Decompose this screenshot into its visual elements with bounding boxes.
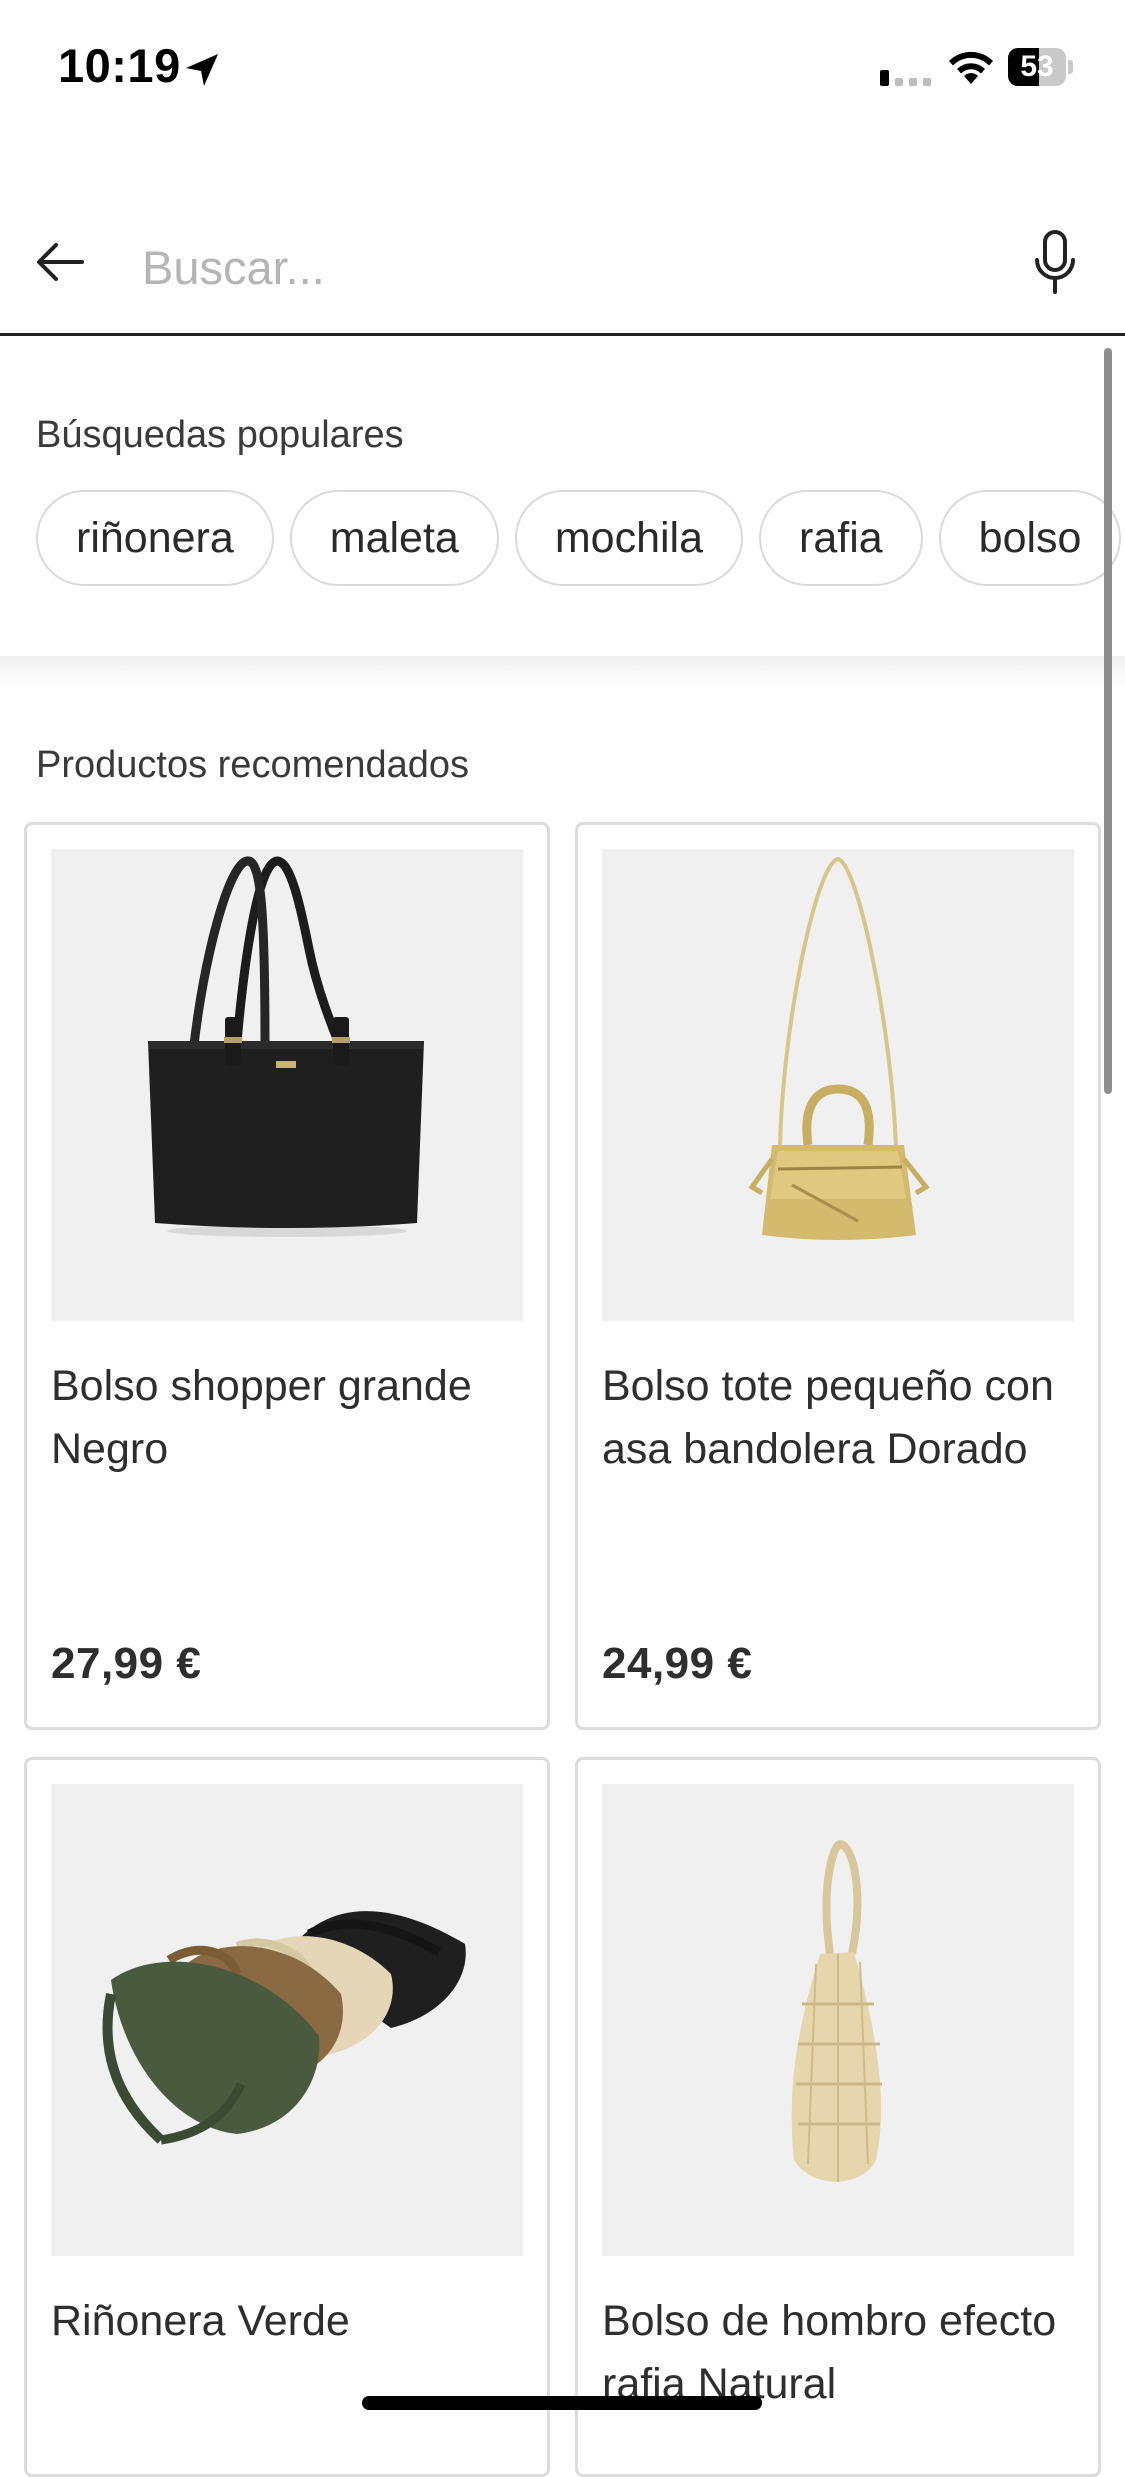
product-image[interactable] [51, 849, 523, 1321]
product-name[interactable]: Bolso tote pequeño con asa bandolera Dor… [602, 1355, 1082, 1481]
chip-rinonera[interactable]: riñonera [36, 490, 274, 586]
product-price: 24,99 € [602, 1639, 753, 1688]
product-card[interactable]: Riñonera Verde [24, 1757, 550, 2477]
popular-searches-title: Búsquedas populares [36, 414, 404, 456]
chip-maleta[interactable]: maleta [289, 490, 499, 586]
wifi-icon [949, 51, 993, 84]
product-card[interactable]: Bolso shopper grande Negro 27,99 € [24, 822, 550, 1730]
search-input[interactable] [140, 226, 994, 308]
chip-mochila[interactable]: mochila [514, 490, 744, 586]
arrow-left-icon[interactable] [30, 232, 90, 292]
product-name[interactable]: Bolso shopper grande Negro [51, 1355, 531, 1481]
battery-icon: 53 [1008, 48, 1074, 86]
section-divider [0, 656, 1125, 690]
scrollbar[interactable] [1104, 348, 1112, 1094]
popular-searches: Búsquedas populares riñonera maleta mochil… [0, 336, 1125, 656]
search-bar [0, 200, 1125, 336]
product-price: 27,99 € [51, 1639, 202, 1688]
product-card[interactable]: Bolso de hombro efecto rafia Natural [575, 1757, 1101, 2477]
location-arrow-icon [186, 54, 218, 86]
status-bar: 10:19 53 [0, 0, 1125, 140]
cellular-signal-icon [880, 70, 931, 86]
battery-percent: 53 [1020, 50, 1054, 83]
product-name[interactable]: Riñonera Verde [51, 2290, 531, 2353]
home-indicator [362, 2396, 762, 2410]
chip-bolso[interactable]: bolso [938, 490, 1122, 586]
product-image[interactable] [51, 1784, 523, 2256]
recommended-title: Productos recomendados [36, 744, 470, 786]
chip-rafia[interactable]: rafia [759, 490, 923, 586]
product-card[interactable]: Bolso tote pequeño con asa bandolera Dor… [575, 822, 1101, 1730]
status-time: 10:19 [58, 39, 181, 92]
microphone-icon[interactable] [1030, 228, 1080, 298]
product-image[interactable] [602, 849, 1074, 1321]
popular-chip-list: riñonera maleta mochila rafia bolso [36, 490, 1125, 590]
product-image[interactable] [602, 1784, 1074, 2256]
